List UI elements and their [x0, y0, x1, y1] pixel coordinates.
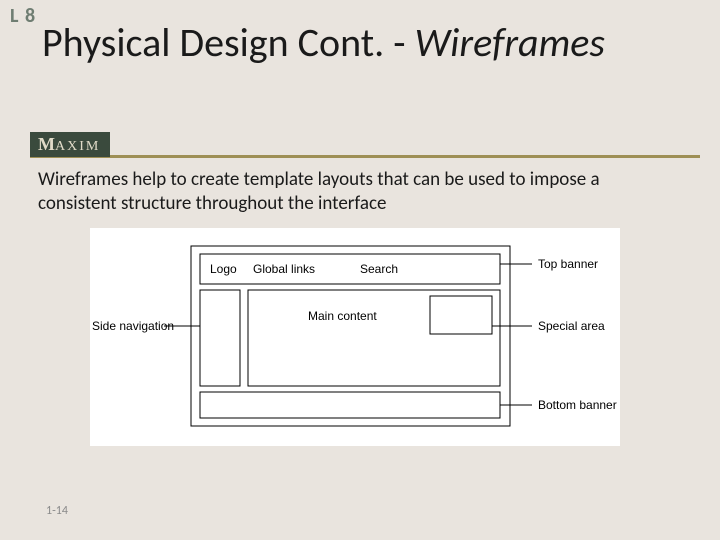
wf-special-area-callout: Special area	[538, 319, 605, 333]
wf-top-banner-callout: Top banner	[538, 257, 598, 271]
wf-top-logo-label: Logo	[210, 262, 237, 276]
wf-side-nav	[200, 290, 240, 386]
title-emphasis: Wireframes	[415, 18, 605, 67]
slide-body-text: Wireframes help to create template layou…	[38, 168, 670, 216]
wf-top-banner	[200, 254, 500, 284]
slide-title: Physical Design Cont. - Wireframes	[42, 18, 700, 67]
wf-main-content	[248, 290, 500, 386]
brand-label: MAXIM	[30, 132, 110, 157]
wf-bottom-banner	[200, 392, 500, 418]
wf-outer-box	[191, 246, 510, 426]
wf-bottom-banner-callout: Bottom banner	[538, 398, 617, 412]
slide-footer-page: 1-14	[46, 504, 68, 518]
wf-main-content-label: Main content	[308, 309, 377, 323]
brand-divider	[30, 155, 700, 158]
wf-side-nav-callout: Side navigation	[92, 319, 174, 333]
wf-top-search-label: Search	[360, 262, 398, 276]
brand-name: AXIM	[55, 139, 100, 154]
brand-prefix: M	[38, 134, 55, 154]
wf-special-area	[430, 296, 492, 334]
brand-bar: MAXIM	[30, 132, 700, 158]
wireframe-diagram: Logo Global links Search Top banner Side…	[90, 228, 620, 446]
wf-top-links-label: Global links	[253, 262, 315, 276]
slide-number-tag: L 8	[10, 4, 36, 28]
title-main: Physical Design Cont. -	[42, 18, 415, 67]
